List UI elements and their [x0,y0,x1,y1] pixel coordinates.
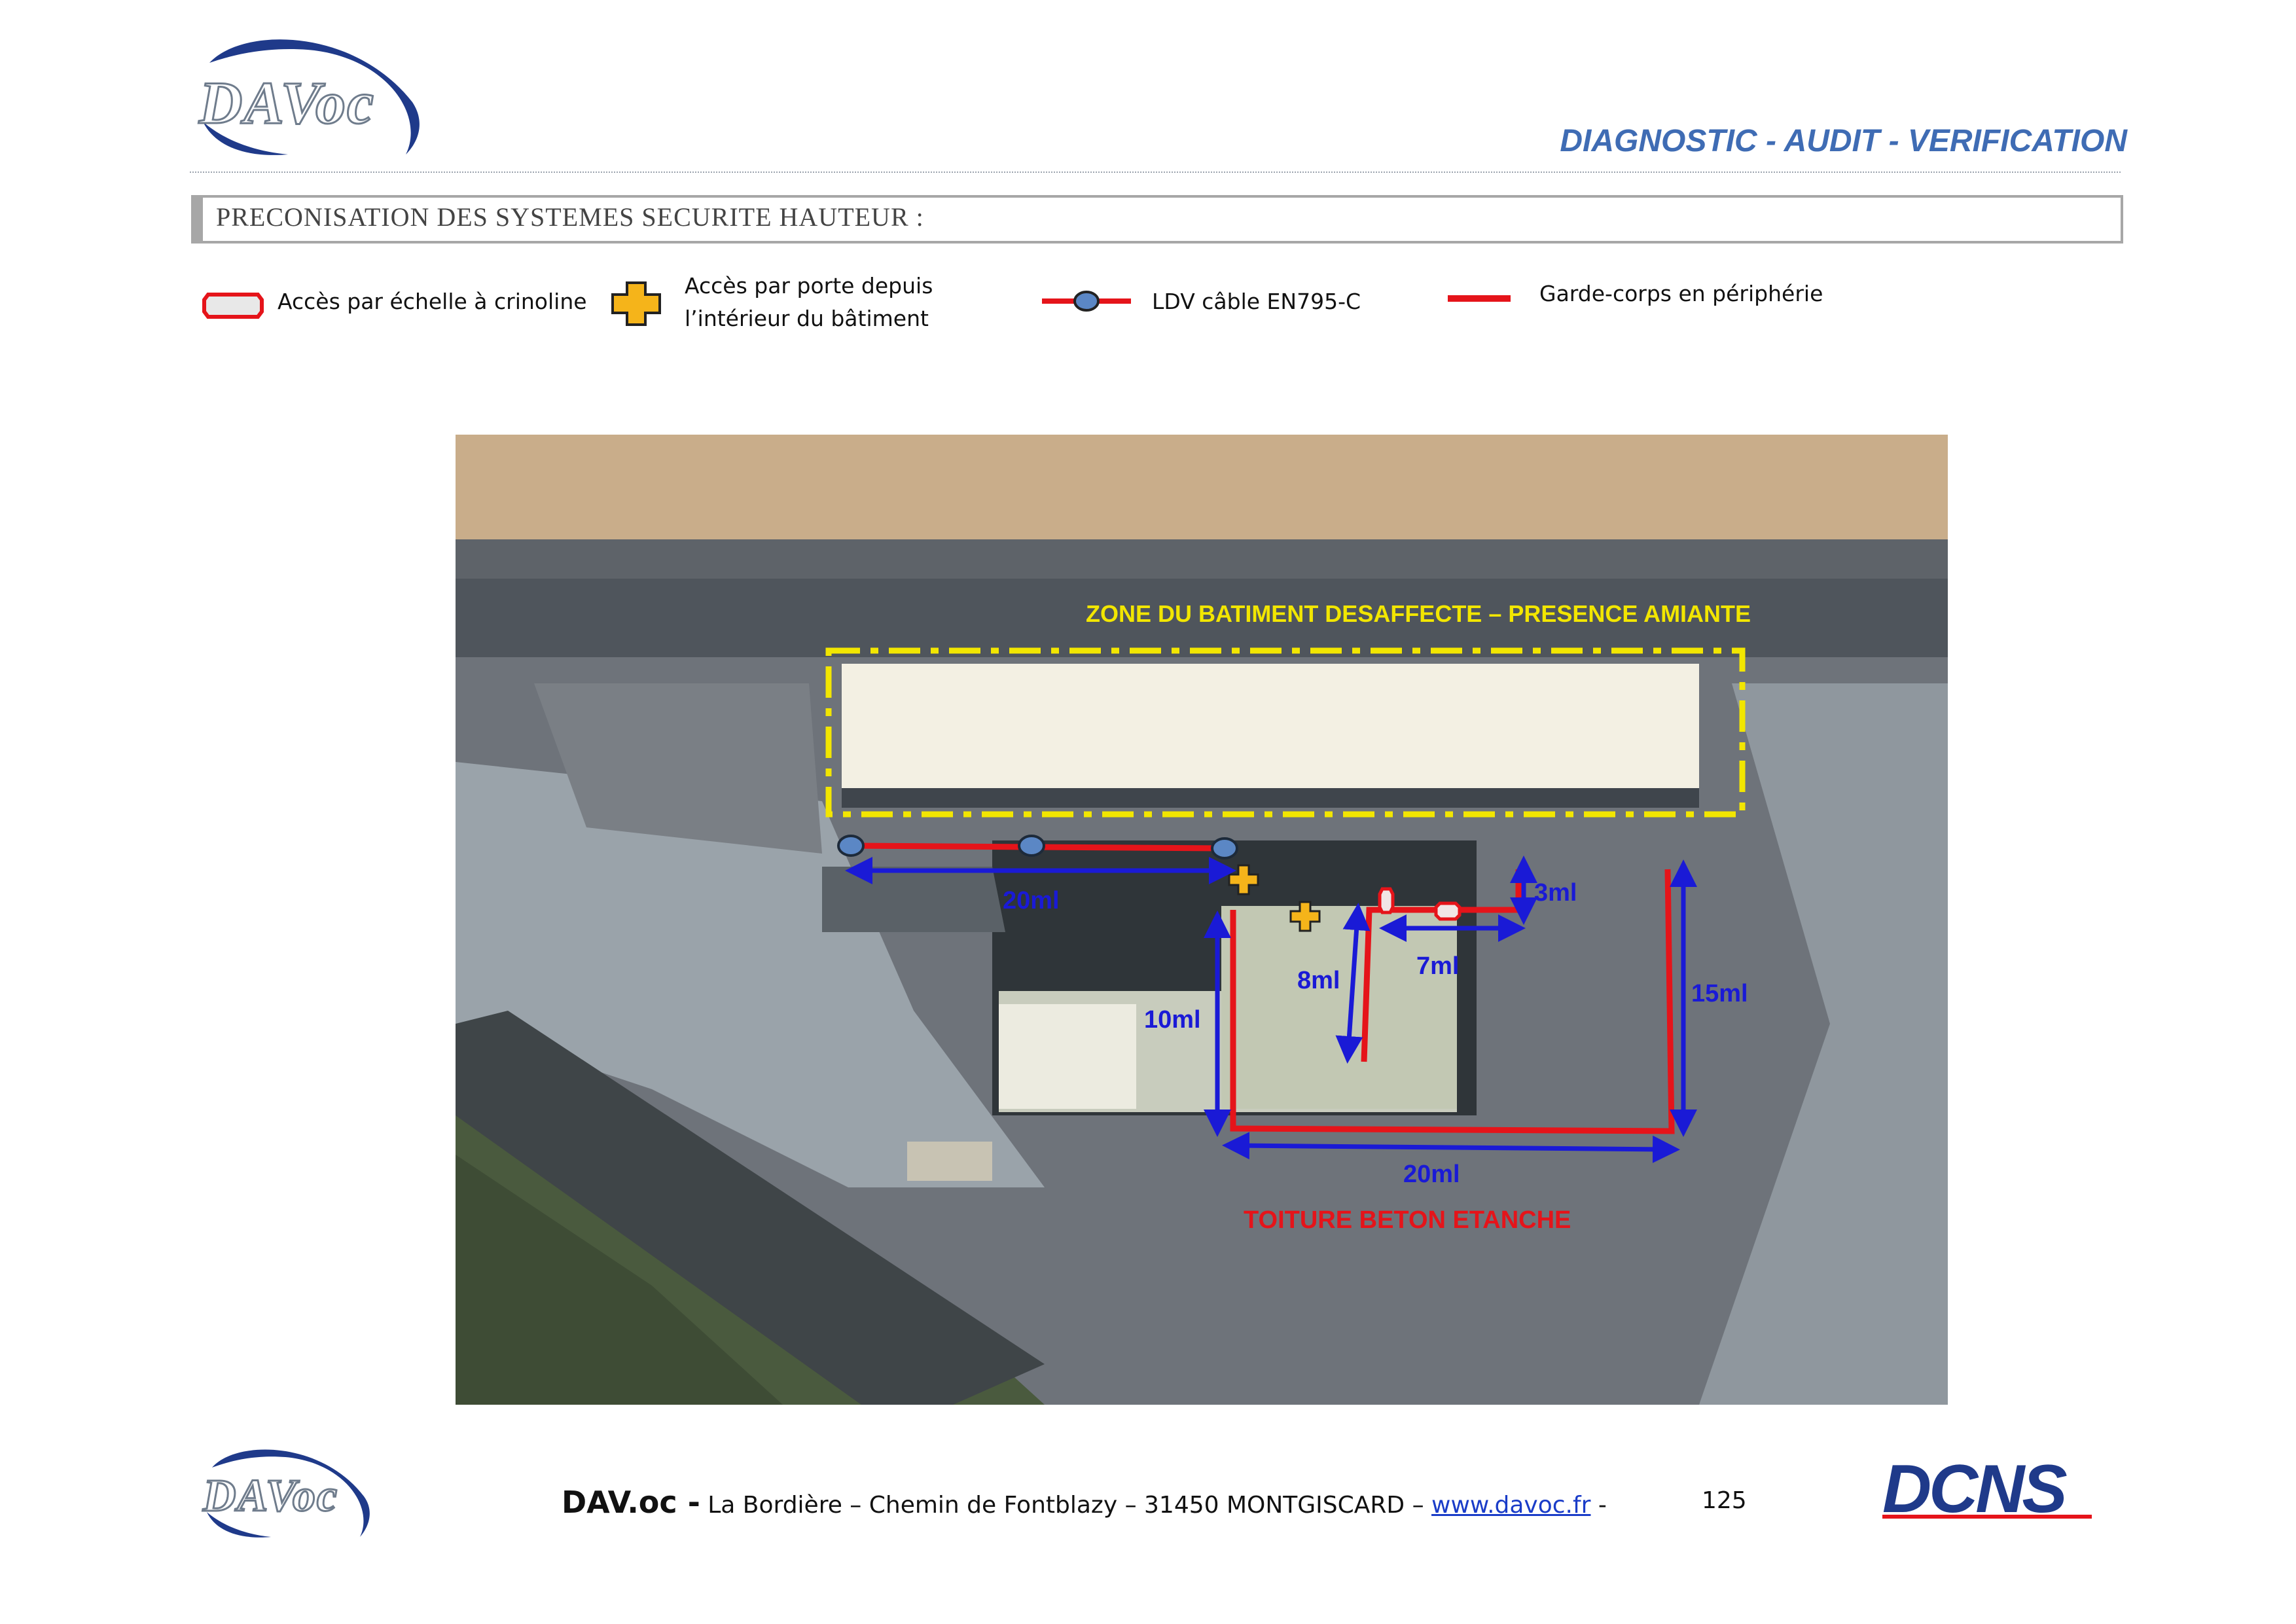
ladder-access-icon [1434,901,1462,921]
dimension-label: 3ml [1534,879,1577,907]
zone-label: ZONE DU BATIMENT DESAFFECTE – PRESENCE A… [1086,600,1751,627]
header-divider [190,171,2121,173]
section-heading: PRECONISATION DES SYSTEMES SECURITE HAUT… [216,202,924,232]
ladder-access-icon [202,293,264,319]
legend-door-label-line2: l’intérieur du bâtiment [685,306,929,331]
dimension-label: 8ml [1297,967,1340,994]
ladder-access-icon [1378,887,1395,914]
aerial-photo: ZONE DU BATIMENT DESAFFECTE – PRESENCE A… [456,435,1948,1405]
legend-guardrail-label: Garde-corps en périphérie [1539,281,1823,306]
footer-brand: DAV.oc - [562,1485,700,1520]
dimension-label: 10ml [1144,1006,1201,1034]
ldv-anchor-icon [1211,837,1238,859]
dcns-logo: DCNS [1882,1451,2131,1527]
website-link[interactable]: www.davoc.fr [1431,1492,1590,1519]
legend-ldv-label: LDV câble EN795-C [1152,289,1361,314]
guardrail-line-icon [1448,295,1511,302]
dimension-label: 20ml [1003,887,1060,914]
footer-logo-text: DAVoc [202,1470,339,1523]
ldv-anchor-icon [837,835,865,857]
footer-address: La Bordière – Chemin de Fontblazy – 3145… [708,1492,1424,1519]
roof-label: TOITURE BETON ETANCHE [1244,1206,1571,1234]
legend-ladder-label: Accès par échelle à crinoline [278,289,587,314]
logo-text: DAVoc [198,69,375,137]
legend-door-label-line1: Accès par porte depuis [685,273,933,298]
ldv-anchor-icon [1018,835,1045,857]
dimension-label: 7ml [1416,952,1459,980]
door-access-icon [611,281,661,326]
page-number: 125 [1702,1487,1747,1514]
ldv-cable-icon [1042,291,1131,312]
footer-address-line: DAV.oc - La Bordière – Chemin de Fontbla… [562,1485,1607,1520]
dcns-logo-icon: DCNS [1882,1451,2092,1527]
dimension-label: 15ml [1691,980,1748,1007]
aerial-site-plan: ZONE DU BATIMENT DESAFFECTE – PRESENCE A… [456,435,1948,1405]
document-title: DIAGNOSTIC - AUDIT - VERIFICATION [1560,124,2127,158]
davoc-logo: DAVoc [190,24,432,161]
footer-separator: - [1598,1492,1607,1519]
section-heading-bar [191,195,203,244]
legend: Accès par échelle à crinoline Accès par … [196,273,1898,347]
dimension-label: 20ml [1403,1161,1460,1188]
footer-davoc-logo: DAVoc [196,1437,380,1542]
